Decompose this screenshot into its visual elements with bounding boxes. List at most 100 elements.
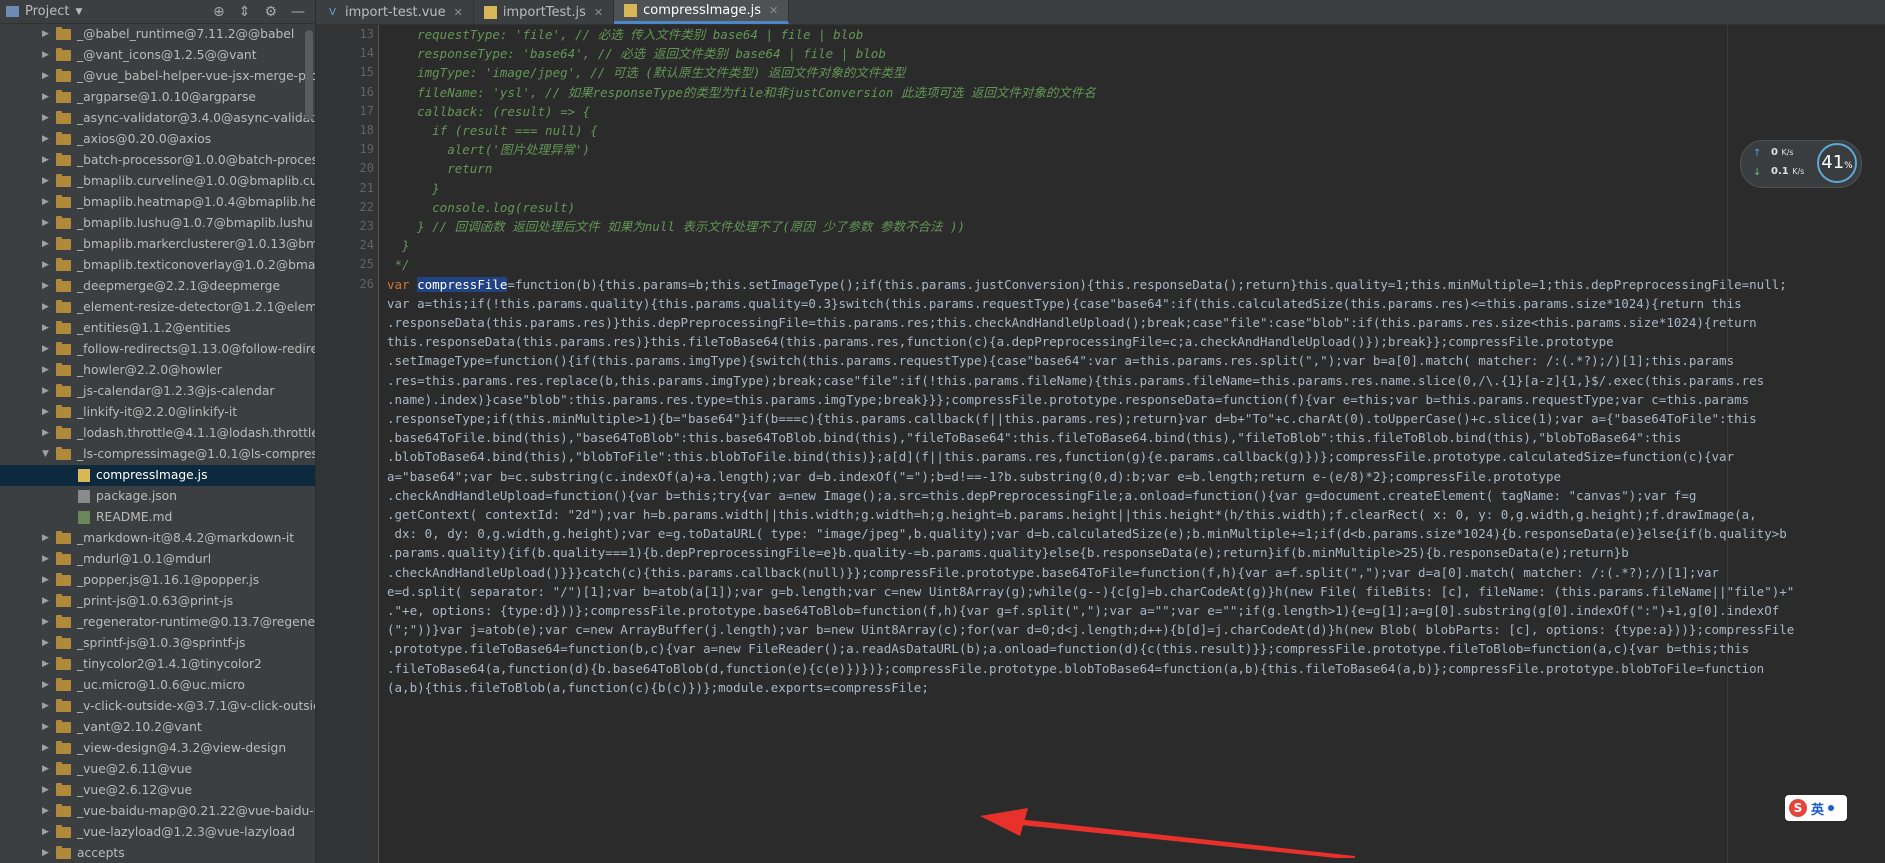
ime-indicator[interactable]: S 英 [1785,795,1847,821]
chevron-down-icon[interactable]: ▼ [75,7,82,17]
tree-scrollbar[interactable] [305,30,313,120]
chevron-right-icon[interactable]: ▶ [42,759,49,780]
tree-folder-item[interactable]: ▶ _mdurl@1.0.1@mdurl [0,549,315,570]
chevron-right-icon[interactable]: ▶ [42,612,49,633]
tree-folder-item[interactable]: ▶ _js-calendar@1.2.3@js-calendar [0,381,315,402]
tree-folder-item[interactable]: ▶ _element-resize-detector@1.2.1@elemen [0,297,315,318]
chevron-right-icon[interactable]: ▶ [42,633,49,654]
chevron-right-icon[interactable]: ▶ [42,360,49,381]
chevron-right-icon[interactable]: ▶ [42,297,49,318]
network-speed-widget[interactable]: ↑ 0 K/s ↓ 0.1 K/s 41% [1740,140,1862,188]
chevron-right-icon[interactable]: ▶ [42,150,49,171]
chevron-right-icon[interactable]: ▶ [42,24,49,45]
close-icon[interactable]: ✕ [769,4,778,17]
chevron-right-icon[interactable]: ▶ [42,717,49,738]
gear-icon[interactable]: ⚙ [264,4,277,20]
chevron-right-icon[interactable]: ▶ [42,234,49,255]
tree-folder-item[interactable]: ▶ _bmaplib.markerclusterer@1.0.13@bmap [0,234,315,255]
tree-folder-item[interactable]: ▶ _bmaplib.texticonoverlay@1.0.2@bmaplib [0,255,315,276]
chevron-right-icon[interactable]: ▶ [42,66,49,87]
project-panel: Project ▼ ⊕ ⇕ ⚙ — ▶ _@babel_runtime@7.11.… [0,0,316,863]
chevron-right-icon[interactable]: ▶ [42,318,49,339]
chevron-right-icon[interactable]: ▶ [42,780,49,801]
chevron-right-icon[interactable]: ▶ [42,675,49,696]
tree-folder-item[interactable]: ▶ _bmaplib.lushu@1.0.7@bmaplib.lushu [0,213,315,234]
tree-folder-item[interactable]: ▶ _view-design@4.3.2@view-design [0,738,315,759]
tab-import-test-vue[interactable]: Vimport-test.vue ✕ [316,0,474,24]
tree-folder-item[interactable]: ▶ _follow-redirects@1.13.0@follow-redirec… [0,339,315,360]
hide-icon[interactable]: — [291,4,305,20]
chevron-right-icon[interactable]: ▶ [42,570,49,591]
tree-folder-item[interactable]: ▶ _async-validator@3.4.0@async-validator [0,108,315,129]
chevron-right-icon[interactable]: ▶ [42,129,49,150]
tree-folder-item[interactable]: ▶ _uc.micro@1.0.6@uc.micro [0,675,315,696]
chevron-right-icon[interactable]: ▶ [42,549,49,570]
chevron-right-icon[interactable]: ▶ [42,45,49,66]
tree-folder-item[interactable]: ▶ _popper.js@1.16.1@popper.js [0,570,315,591]
tree-folder-item[interactable]: ▶ _@vue_babel-helper-vue-jsx-merge-prop [0,66,315,87]
chevron-right-icon[interactable]: ▶ [42,381,49,402]
tree-folder-item[interactable]: ▶ _sprintf-js@1.0.3@sprintf-js [0,633,315,654]
tree-file-item[interactable]: package.json [0,486,315,507]
project-tree[interactable]: ▶ _@babel_runtime@7.11.2@@babel ▶ _@vant_ic… [0,24,315,863]
tree-folder-item[interactable]: ▶ _axios@0.20.0@axios [0,129,315,150]
chevron-right-icon[interactable]: ▶ [42,801,49,822]
tree-file-item[interactable]: README.md [0,507,315,528]
project-panel-header: Project ▼ ⊕ ⇕ ⚙ — [0,0,315,24]
project-panel-title[interactable]: Project [25,4,69,19]
chevron-right-icon[interactable]: ▶ [42,423,49,444]
tree-folder-item[interactable]: ▶ _vue@2.6.11@vue [0,759,315,780]
locate-icon[interactable]: ⊕ [213,4,225,20]
chevron-right-icon[interactable]: ▶ [42,192,49,213]
folder-icon [56,363,71,376]
tree-folder-item[interactable]: ▶ _batch-processor@1.0.0@batch-processo [0,150,315,171]
tree-file-item[interactable]: compressImage.js [0,465,315,486]
tree-folder-item[interactable]: ▶ _bmaplib.heatmap@1.0.4@bmaplib.heatr [0,192,315,213]
tree-folder-item[interactable]: ▶ _markdown-it@8.4.2@markdown-it [0,528,315,549]
tree-folder-item[interactable]: ▶ accepts [0,843,315,863]
tree-folder-item[interactable]: ▶ _@vant_icons@1.2.5@@vant [0,45,315,66]
chevron-right-icon[interactable]: ▶ [42,528,49,549]
chevron-right-icon[interactable]: ▶ [42,738,49,759]
tree-folder-item[interactable]: ▶ _@babel_runtime@7.11.2@@babel [0,24,315,45]
tree-folder-item[interactable]: ▶ _vue@2.6.12@vue [0,780,315,801]
tree-folder-item[interactable]: ▶ _howler@2.2.0@howler [0,360,315,381]
collapse-icon[interactable]: ⇕ [239,4,251,20]
tree-folder-item[interactable]: ▶ _vue-baidu-map@0.21.22@vue-baidu-ma [0,801,315,822]
chevron-right-icon[interactable]: ▶ [42,402,49,423]
tree-folder-item[interactable]: ▶ _vue-lazyload@1.2.3@vue-lazyload [0,822,315,843]
folder-icon [56,552,71,565]
chevron-right-icon[interactable]: ▶ [42,171,49,192]
tab-importTest-js[interactable]: importTest.js ✕ [474,0,615,24]
tree-item-label: _js-calendar@1.2.3@js-calendar [77,384,275,398]
tree-folder-item[interactable]: ▶ _bmaplib.curveline@1.0.0@bmaplib.curve [0,171,315,192]
tab-compressImage-js[interactable]: compressImage.js ✕ [614,0,790,24]
chevron-right-icon[interactable]: ▶ [42,339,49,360]
tree-folder-item[interactable]: ▶ _vant@2.10.2@vant [0,717,315,738]
tree-folder-item[interactable]: ▼ _ls-compressimage@1.0.1@ls-compressi [0,444,315,465]
tree-folder-item[interactable]: ▶ _v-click-outside-x@3.7.1@v-click-outsid… [0,696,315,717]
chevron-right-icon[interactable]: ▶ [42,276,49,297]
tree-folder-item[interactable]: ▶ _linkify-it@2.2.0@linkify-it [0,402,315,423]
tree-folder-item[interactable]: ▶ _argparse@1.0.10@argparse [0,87,315,108]
code-editor[interactable]: requestType: 'file', // 必选 传入文件类别 base64… [379,25,1885,863]
chevron-right-icon[interactable]: ▶ [42,591,49,612]
tree-folder-item[interactable]: ▶ _regenerator-runtime@0.13.7@regenerat [0,612,315,633]
tree-folder-item[interactable]: ▶ _print-js@1.0.63@print-js [0,591,315,612]
tree-folder-item[interactable]: ▶ _deepmerge@2.2.1@deepmerge [0,276,315,297]
chevron-right-icon[interactable]: ▶ [42,87,49,108]
close-icon[interactable]: ✕ [454,6,463,19]
chevron-right-icon[interactable]: ▶ [42,843,49,863]
chevron-right-icon[interactable]: ▶ [42,255,49,276]
tree-folder-item[interactable]: ▶ _tinycolor2@1.4.1@tinycolor2 [0,654,315,675]
chevron-down-icon[interactable]: ▼ [42,444,49,465]
close-icon[interactable]: ✕ [594,6,603,19]
chevron-right-icon[interactable]: ▶ [42,213,49,234]
chevron-right-icon[interactable]: ▶ [42,654,49,675]
chevron-right-icon[interactable]: ▶ [42,822,49,843]
tree-folder-item[interactable]: ▶ _lodash.throttle@4.1.1@lodash.throttle [0,423,315,444]
chevron-right-icon[interactable]: ▶ [42,696,49,717]
chevron-right-icon[interactable]: ▶ [42,108,49,129]
tree-item-label: _vue@2.6.12@vue [77,783,193,797]
tree-folder-item[interactable]: ▶ _entities@1.1.2@entities [0,318,315,339]
